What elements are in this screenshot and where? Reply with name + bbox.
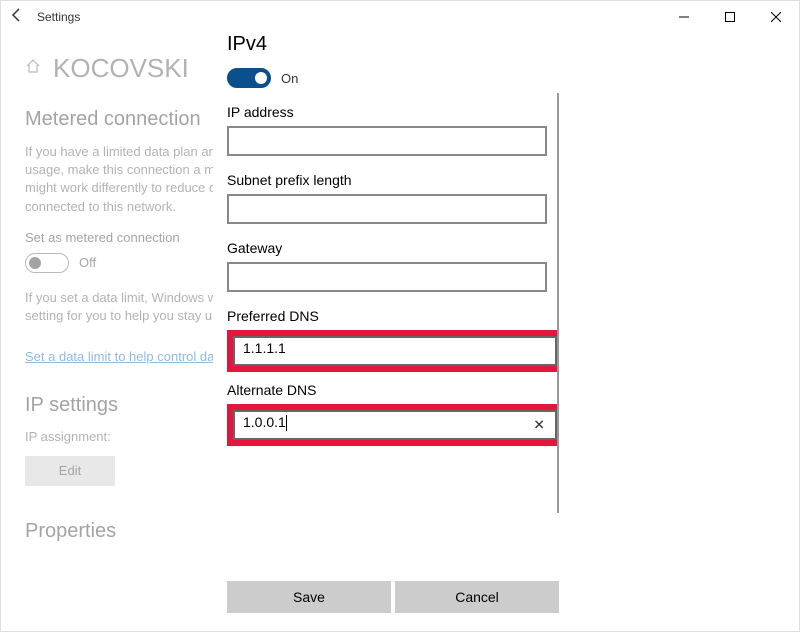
preferred-dns-highlight: 1.1.1.1 xyxy=(227,330,559,372)
cancel-button[interactable]: Cancel xyxy=(395,581,559,613)
modal-heading: IPv4 xyxy=(227,33,549,56)
back-button[interactable] xyxy=(9,7,25,28)
alternate-dns-input[interactable]: 1.0.0.1 ✕ xyxy=(233,410,557,440)
ipv4-toggle-state: On xyxy=(281,71,298,86)
gateway-input[interactable] xyxy=(227,262,547,292)
preferred-dns-label: Preferred DNS xyxy=(227,308,549,324)
arrow-left-icon xyxy=(9,7,25,23)
alternate-dns-label: Alternate DNS xyxy=(227,382,549,398)
ipv4-toggle[interactable] xyxy=(227,68,271,88)
modal-footer: Save Cancel xyxy=(227,567,559,631)
close-icon xyxy=(771,12,781,22)
preferred-dns-input[interactable]: 1.1.1.1 xyxy=(233,336,557,366)
ipv4-settings-modal: IPv4 On IP address Subnet prefix length … xyxy=(213,1,583,631)
minimize-icon xyxy=(679,12,689,22)
save-button[interactable]: Save xyxy=(227,581,391,613)
ip-address-label: IP address xyxy=(227,104,549,120)
scrollbar[interactable] xyxy=(557,93,559,513)
close-button[interactable] xyxy=(753,1,799,33)
window-title: Settings xyxy=(37,10,80,24)
clear-icon[interactable]: ✕ xyxy=(533,417,545,434)
subnet-label: Subnet prefix length xyxy=(227,172,549,188)
gateway-label: Gateway xyxy=(227,240,549,256)
ip-address-input[interactable] xyxy=(227,126,547,156)
maximize-icon xyxy=(725,12,735,22)
alternate-dns-highlight: 1.0.0.1 ✕ xyxy=(227,404,559,446)
maximize-button[interactable] xyxy=(707,1,753,33)
subnet-input[interactable] xyxy=(227,194,547,224)
minimize-button[interactable] xyxy=(661,1,707,33)
window-controls xyxy=(661,1,799,33)
